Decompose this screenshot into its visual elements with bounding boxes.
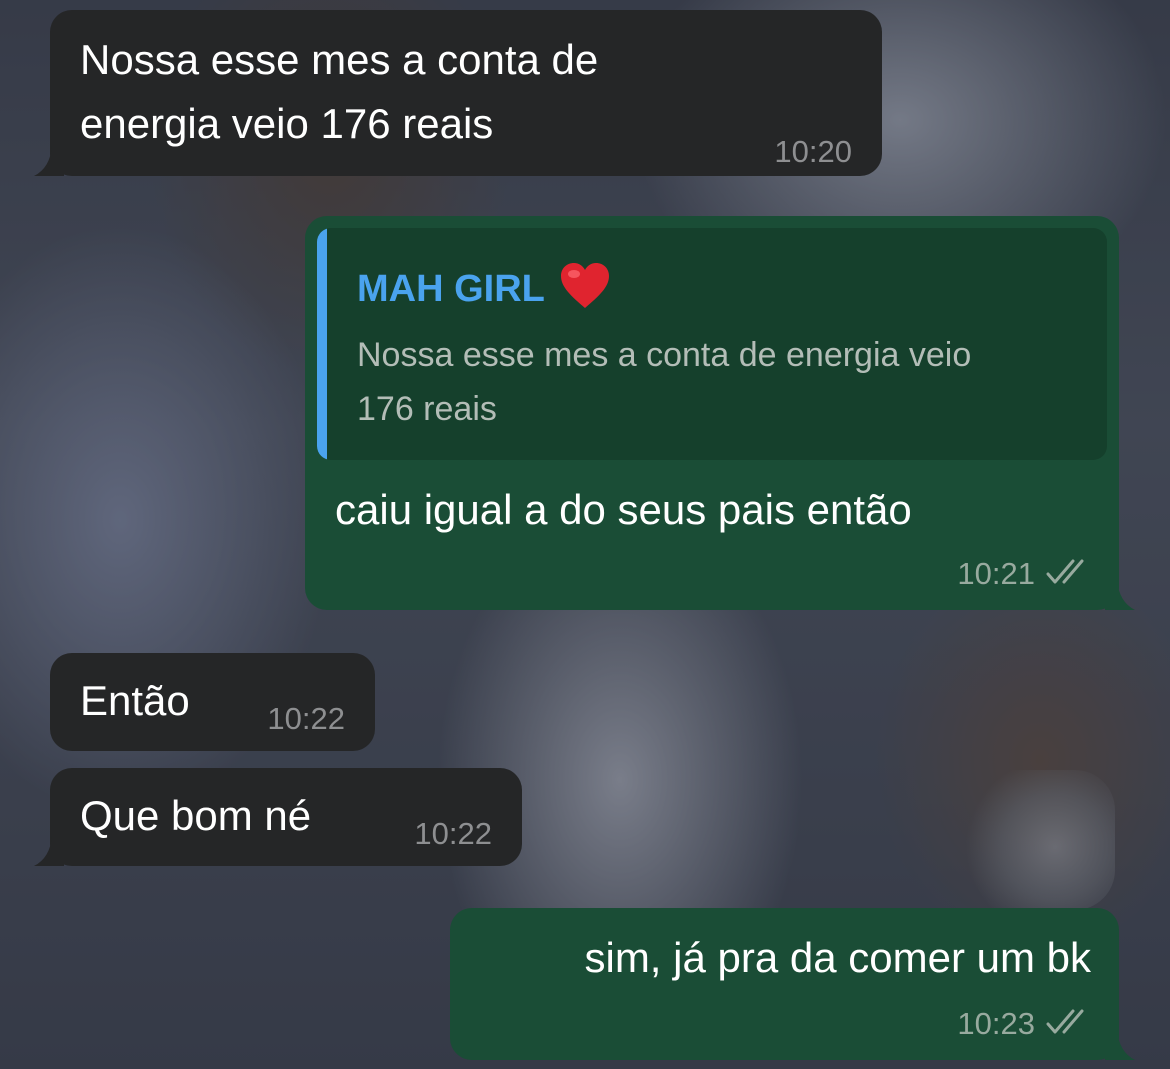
message-timestamp: 10:22 (267, 701, 345, 736)
outgoing-message-bubble[interactable]: MAH GIRL Nossa esse mes a conta de energ… (305, 216, 1135, 610)
reply-quote-line: 176 reais (357, 390, 497, 428)
reply-quote-accent-bar (317, 228, 327, 460)
incoming-message-bubble[interactable]: Nossa esse mes a conta de energia veio 1… (34, 10, 882, 176)
message-text: caiu igual a do seus pais então (335, 486, 912, 533)
message-line: Nossa esse mes a conta de (80, 36, 599, 83)
message-timestamp: 10:22 (414, 816, 492, 851)
bubble-tail (1105, 1030, 1135, 1060)
wallpaper-watch-blur (965, 770, 1115, 910)
reply-author-name: MAH GIRL (357, 268, 545, 311)
reply-quote-line: Nossa esse mes a conta de energia veio (357, 336, 972, 374)
message-text: sim, já pra da comer um bk (584, 934, 1091, 981)
bubble-tail (34, 146, 64, 176)
message-time: 10:23 (957, 1006, 1035, 1041)
incoming-message-bubble[interactable]: Então 10:22 (50, 653, 375, 751)
reply-quote[interactable]: MAH GIRL Nossa esse mes a conta de energ… (317, 228, 1107, 460)
message-text: Nossa esse mes a conta de energia veio 1… (80, 28, 598, 156)
message-timestamp: 10:20 (774, 134, 852, 169)
incoming-message-bubble[interactable]: Que bom né 10:22 (34, 768, 522, 866)
reply-quote-text: Nossa esse mes a conta de energia veio 1… (357, 328, 1077, 436)
double-check-icon (1045, 1008, 1091, 1044)
message-time: 10:21 (957, 556, 1035, 591)
message-text: Então (80, 677, 190, 724)
heart-icon (559, 262, 611, 320)
message-timestamp: 10:21 (957, 556, 1091, 594)
reply-quote-author: MAH GIRL (357, 262, 611, 320)
message-timestamp: 10:23 (957, 1006, 1091, 1044)
outgoing-message-bubble[interactable]: sim, já pra da comer um bk 10:23 (450, 908, 1135, 1060)
message-line: energia veio 176 reais (80, 100, 494, 147)
double-check-icon (1045, 558, 1091, 594)
bubble-tail (34, 836, 64, 866)
message-text: Que bom né (80, 792, 312, 839)
bubble-tail (1105, 580, 1135, 610)
